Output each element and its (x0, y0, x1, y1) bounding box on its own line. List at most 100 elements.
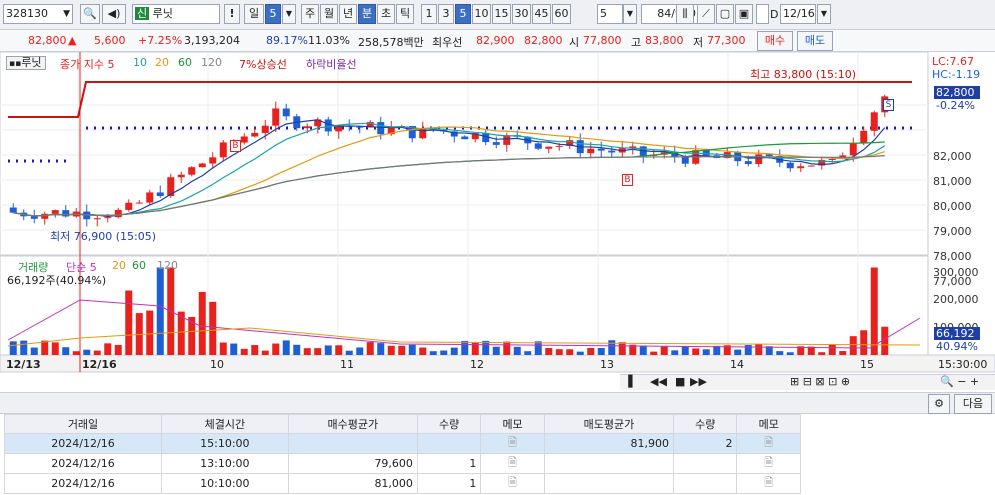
interval-select[interactable]: 5 (597, 4, 623, 24)
memo-icon[interactable]: 🗎 (736, 473, 801, 494)
table-row[interactable]: 2024/12/16 13:10:00 79,600 1 🗎 🗎 (3, 453, 801, 474)
date-field[interactable]: 12/16 (780, 4, 816, 24)
legend-ma20: 20 (155, 56, 169, 69)
save-icon[interactable]: ▣ (735, 4, 753, 24)
open-label: 시 (569, 36, 580, 49)
candle (755, 154, 763, 165)
panel-name-box[interactable]: ▪▪루닛 (6, 56, 46, 70)
zoom-out-icon[interactable]: 🔍 − + (940, 375, 979, 388)
interval-5[interactable]: 5 (455, 4, 471, 24)
volume-bar (356, 347, 364, 355)
x-axis-label: 12 (470, 358, 484, 371)
legend-line7: 7%상승선 (239, 58, 287, 71)
up-arrow-icon: ▲ (68, 34, 77, 47)
candle (807, 165, 815, 167)
change-percent: +7.25% (138, 34, 183, 47)
table-cell: 2 (673, 433, 738, 454)
table-cell (416, 433, 482, 454)
price-tick: 80,000 (933, 200, 972, 213)
tool-icons[interactable]: ⊞ ⊟ ⊠ ⊡ ⊕ (790, 375, 850, 388)
search-icon[interactable]: 🔍 (80, 4, 100, 24)
period-day-button[interactable]: 일 (244, 4, 264, 24)
stock-name: 루닛 (152, 7, 173, 20)
interval-45[interactable]: 45 (532, 4, 551, 24)
memo-icon[interactable]: 🗎 (736, 433, 801, 454)
gear-icon[interactable]: ⚙ (928, 394, 950, 414)
volume-bar (419, 347, 427, 355)
volume-bar (125, 290, 133, 355)
period-dropdown-icon[interactable]: ▼ (282, 4, 296, 24)
stock-name-field[interactable]: 신 루닛 (132, 4, 220, 24)
memo-icon[interactable]: 🗎 (736, 453, 801, 474)
volume-bar (293, 344, 301, 355)
scroll-bar[interactable]: ▐ (624, 375, 632, 388)
table-row[interactable]: 2024/12/16 15:10:00 🗎 81,900 2 🗎 (3, 433, 801, 454)
stock-code-input[interactable]: 328130 ▼ (3, 4, 73, 24)
volume-bar (345, 350, 353, 355)
candle (261, 125, 269, 133)
stock-chart[interactable] (0, 52, 995, 390)
calendar-icon[interactable]: ▼ (817, 4, 831, 24)
speaker-icon[interactable]: ◀) (102, 4, 126, 24)
memo-icon[interactable]: 🗎 (480, 473, 545, 494)
candle (324, 119, 332, 132)
sell-button[interactable]: 매도 (797, 31, 833, 51)
next-button[interactable]: 다음 (954, 394, 992, 414)
volume-bar (870, 267, 878, 355)
memo-icon[interactable]: 🗎 (480, 433, 545, 454)
stop-icon[interactable]: ■ (675, 375, 685, 388)
legend-down-ratio: 하락비율선 (306, 58, 357, 71)
candle-type-icon[interactable]: ⫼ (676, 4, 694, 24)
candle (9, 207, 17, 213)
table-cell: 2024/12/16 (3, 473, 163, 494)
volume-bar (566, 349, 574, 355)
interval-15[interactable]: 15 (492, 4, 511, 24)
period-num-button[interactable]: 5 (265, 4, 281, 24)
volume-bar (860, 330, 868, 355)
tab-월[interactable]: 월 (320, 4, 338, 24)
tab-주[interactable]: 주 (301, 4, 319, 24)
volume-tick: 300,000 (933, 265, 979, 279)
volume-bar (30, 347, 38, 355)
interval-dropdown-icon[interactable]: ▼ (623, 4, 637, 24)
play-icon[interactable]: ▶▶ (690, 375, 707, 388)
tab-년[interactable]: 년 (339, 4, 357, 24)
alert-button[interactable]: ! (224, 4, 240, 24)
interval-30[interactable]: 30 (512, 4, 531, 24)
volume-bar (849, 336, 857, 355)
volume-bar (9, 341, 17, 355)
table-cell (287, 433, 418, 454)
candle (377, 122, 385, 135)
buy-button[interactable]: 매수 (757, 31, 793, 51)
interval-1[interactable]: 1 (421, 4, 437, 24)
volume-bar (776, 351, 784, 355)
prev-fast-icon[interactable]: ◀◀ (650, 375, 667, 388)
candle (597, 148, 605, 151)
interval-60[interactable]: 60 (552, 4, 571, 24)
current-pct-tag: -0.24% (936, 99, 975, 112)
screen-icon[interactable]: ▢ (716, 4, 734, 24)
tab-틱[interactable]: 틱 (396, 4, 414, 24)
interval-10[interactable]: 10 (472, 4, 491, 24)
candle (828, 158, 836, 160)
high-price: 83,800 (645, 34, 684, 47)
volume-bar (608, 340, 616, 355)
table-row[interactable]: 2024/12/16 10:10:00 81,000 1 🗎 🗎 (3, 473, 801, 494)
volume-bar (93, 350, 101, 355)
table-header: 거래일 체결시간 매수평균가 수량 메모 매도평균가 수량 메모 (3, 414, 801, 434)
volume-bar (818, 352, 826, 355)
candle (125, 202, 133, 210)
tab-분[interactable]: 분 (358, 4, 376, 24)
column-header: 메모 (736, 414, 801, 434)
column-header: 수량 (673, 414, 738, 434)
date-checkbox[interactable] (756, 4, 769, 24)
chart-line-icon[interactable]: ⟋ (697, 4, 715, 24)
memo-icon[interactable]: 🗎 (480, 453, 545, 474)
candle (104, 217, 112, 219)
volume-bar (786, 352, 794, 355)
vol-legend-ma20: 20 (112, 259, 126, 272)
best-label: 최우선 (432, 36, 463, 49)
interval-3[interactable]: 3 (438, 4, 454, 24)
chevron-down-icon[interactable]: ▼ (63, 5, 70, 23)
tab-초[interactable]: 초 (377, 4, 395, 24)
